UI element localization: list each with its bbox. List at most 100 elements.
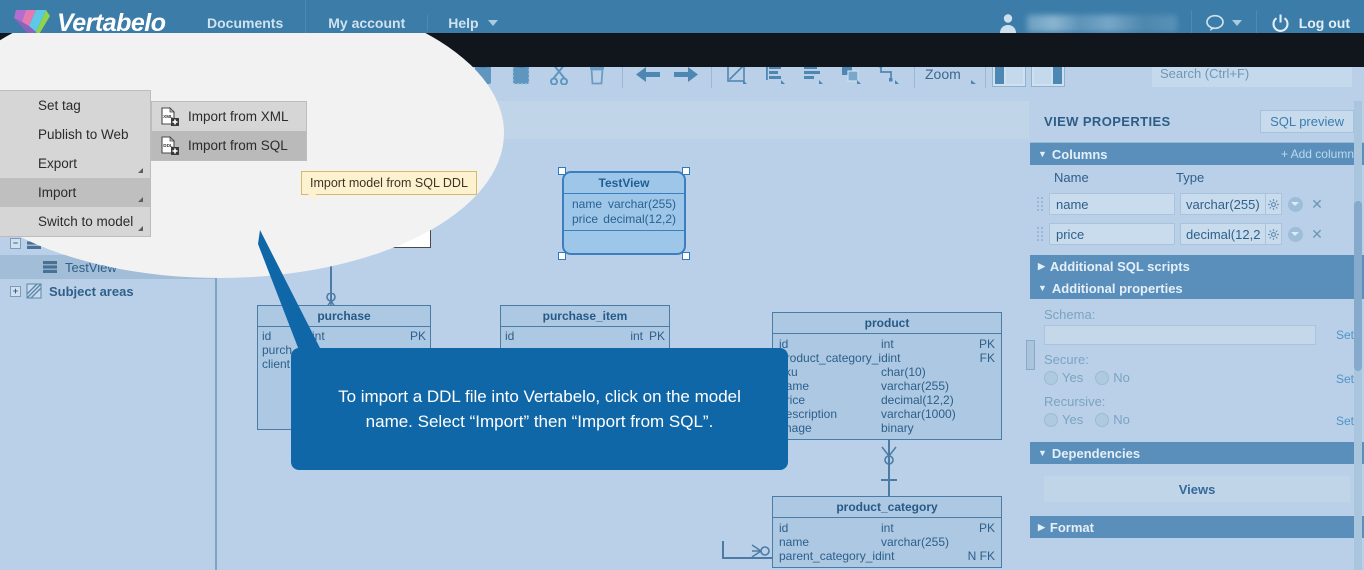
remove-column-button[interactable]: ✕	[1308, 193, 1326, 215]
reference-tool[interactable]	[352, 105, 384, 135]
save-icon[interactable]	[185, 55, 223, 93]
logout-label: Log out	[1298, 15, 1350, 31]
additional-sql-section-header[interactable]: ▶ Additional SQL scripts	[1030, 255, 1364, 277]
format-label: Format	[1049, 519, 1094, 535]
schema-input[interactable]	[1044, 325, 1316, 345]
chat-chevron-down-icon[interactable]	[1231, 20, 1242, 26]
menu-item-set-tag[interactable]: Set tag	[0, 91, 150, 120]
table-tool[interactable]	[313, 105, 345, 135]
toolbar-collapse-tab[interactable]	[670, 46, 692, 56]
tree-item-testview[interactable]: TestView	[0, 255, 216, 279]
nav-documents[interactable]: Documents	[185, 0, 305, 46]
arrange-icon[interactable]	[832, 55, 870, 93]
export-doc-icon[interactable]: DOC	[375, 55, 413, 93]
resize-handle-ne[interactable]	[682, 167, 690, 175]
column-key: PK	[409, 329, 426, 343]
add-column-button[interactable]: + Add column	[1281, 147, 1354, 161]
print-icon[interactable]	[299, 55, 337, 93]
columns-section-header[interactable]: ▼ Columns + Add column	[1030, 143, 1364, 165]
callout-text: To import a DDL file into Vertabelo, cli…	[338, 387, 741, 431]
top-right-area: Log out	[997, 0, 1364, 46]
logout-button[interactable]: Log out	[1271, 14, 1350, 33]
remove-column-button[interactable]: ✕	[1308, 223, 1326, 245]
top-navigation-bar: Vertabelo Documents My account Help Log …	[0, 0, 1364, 46]
column-name: image	[779, 421, 812, 435]
redo-icon[interactable]	[667, 55, 705, 93]
resize-handle-nw[interactable]	[558, 167, 566, 175]
menu-item-switch-to-model[interactable]: Switch to model	[0, 207, 150, 236]
column-type: varchar(255)	[881, 379, 950, 393]
submenu-item-import-from-sql[interactable]: DDL Import from SQL	[152, 131, 306, 160]
secure-set-button[interactable]: Set	[1326, 372, 1354, 386]
column-type-field[interactable]: varchar(255)	[1180, 193, 1282, 215]
line-style-icon[interactable]	[718, 55, 756, 93]
view-tool[interactable]	[391, 105, 423, 135]
format-section-header[interactable]: ▶ Format	[1030, 516, 1364, 538]
column-name-input[interactable]	[1049, 193, 1175, 215]
paste-icon[interactable]	[464, 55, 502, 93]
undo-icon[interactable]	[629, 55, 667, 93]
table-row: sku char(10)	[779, 365, 995, 379]
table-title: product	[773, 313, 1001, 334]
column-options-button[interactable]	[1286, 193, 1304, 215]
brand-logo[interactable]: Vertabelo	[0, 6, 185, 40]
radio-icon	[1044, 370, 1058, 385]
additional-props-section-header[interactable]: ▼ Additional properties	[1030, 277, 1364, 299]
view-testview[interactable]: TestView name varchar(255) price decimal…	[562, 171, 686, 255]
paste-special-icon[interactable]	[502, 55, 540, 93]
share-users-icon[interactable]	[223, 55, 261, 93]
column-options-button[interactable]	[1286, 223, 1304, 245]
secure-no-radio[interactable]: No	[1095, 370, 1142, 385]
menu-item-export[interactable]: Export	[0, 149, 150, 178]
column-name-input[interactable]	[1049, 223, 1175, 245]
nav-my-account[interactable]: My account	[305, 0, 427, 46]
resize-handle-se[interactable]	[682, 252, 690, 260]
cut-icon[interactable]	[540, 55, 578, 93]
chat-bubble-icon[interactable]	[1205, 14, 1226, 32]
tree-item-subject-areas[interactable]: + Subject areas	[0, 279, 216, 303]
table-product[interactable]: product id int PK product_category_id int FK…	[772, 312, 1002, 440]
column-type: varchar(255)	[881, 535, 950, 549]
tree-item-menu-chevron-icon[interactable]	[193, 259, 208, 275]
export-image-icon[interactable]	[261, 55, 299, 93]
recursive-set-button[interactable]: Set	[1326, 414, 1354, 428]
row-drag-handle[interactable]	[1036, 226, 1045, 242]
distribute-icon[interactable]	[794, 55, 832, 93]
nav-help[interactable]: Help	[427, 15, 517, 31]
recursive-yes-radio[interactable]: Yes	[1044, 412, 1095, 427]
row-drag-handle[interactable]	[1036, 196, 1045, 212]
menu-item-publish-to-web[interactable]: Publish to Web	[0, 120, 150, 149]
secure-yes-radio[interactable]: Yes	[1044, 370, 1095, 385]
resize-handle-sw[interactable]	[558, 252, 566, 260]
menu-item-import[interactable]: Import	[0, 178, 150, 207]
zoom-dropdown[interactable]: Zoom	[921, 66, 965, 82]
note-tool[interactable]	[430, 105, 462, 135]
column-type-field[interactable]: decimal(12,2	[1180, 223, 1282, 245]
column-name: description	[779, 407, 838, 421]
submenu-item-label: Import from XML	[188, 109, 289, 124]
toggle-right-panel-button[interactable]	[1030, 60, 1065, 87]
schema-set-button[interactable]: Set	[1326, 328, 1354, 342]
route-icon[interactable]	[870, 55, 908, 93]
table-product-category[interactable]: product_category id int PK name varchar(255…	[772, 496, 1002, 568]
toggle-left-panel-button[interactable]	[991, 60, 1026, 87]
gear-icon[interactable]	[1265, 194, 1281, 214]
expand-expander-icon[interactable]: +	[10, 285, 21, 297]
collapse-expander-icon[interactable]: −	[10, 237, 21, 249]
dependencies-section-header[interactable]: ▼ Dependencies	[1030, 442, 1364, 464]
align-left-icon[interactable]	[756, 55, 794, 93]
right-panel-scrollbar-thumb[interactable]	[1354, 201, 1362, 371]
recursive-no-radio[interactable]: No	[1095, 412, 1142, 427]
zoom-chevron-icon[interactable]	[965, 55, 979, 93]
sql-preview-button[interactable]: SQL preview	[1260, 110, 1354, 133]
copy-icon[interactable]	[426, 55, 464, 93]
search-input[interactable]	[1152, 60, 1352, 87]
chevron-right-icon: ▶	[1038, 260, 1045, 271]
gear-icon[interactable]	[1265, 224, 1281, 244]
dependencies-views-button[interactable]: Views	[1044, 476, 1350, 502]
delete-icon[interactable]	[578, 55, 616, 93]
submenu-item-import-from-xml[interactable]: XML Import from XML	[152, 102, 306, 131]
export-sql-icon[interactable]: SQL	[337, 55, 375, 93]
subject-area-tool[interactable]	[469, 105, 501, 135]
right-panel-resize-grip[interactable]	[1026, 340, 1035, 370]
